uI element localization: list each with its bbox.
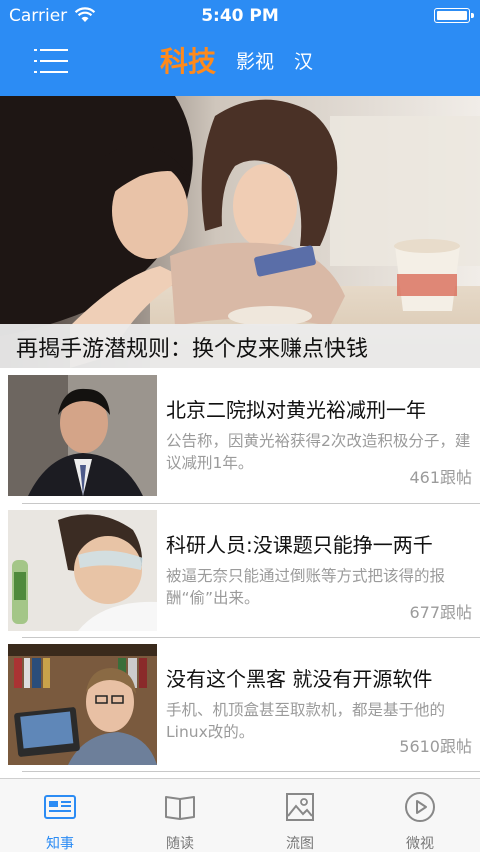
news-icon [44,795,76,819]
tabbar-item-zhishi[interactable]: 知事 [0,779,120,852]
tabbar-item-suidu[interactable]: 随读 [120,779,240,852]
comment-count: 5610跟帖 [399,737,472,756]
news-title: 北京二院拟对黄光裕减刑一年 [166,398,426,422]
list-item[interactable]: 科研人员:没课题只能挣一两千 被逼无奈只能通过倒账等方式把该得的报酬“偷”出来。… [0,504,480,638]
menu-button[interactable] [34,46,68,76]
tab-partial[interactable]: 汉 [294,40,313,84]
tabbar-label: 微视 [406,836,434,852]
picture-icon [286,793,314,821]
clock: 5:40 PM [201,6,279,26]
tabbar-item-liutu[interactable]: 流图 [240,779,360,852]
tab-tech[interactable]: 科技 [160,40,216,84]
news-title: 科研人员:没课题只能挣一两千 [166,533,433,557]
tabbar-item-weishi[interactable]: 微视 [360,779,480,852]
hero-caption-bar: 再揭手游潜规则：换个皮来赚点快钱 [0,324,480,368]
tabbar-label: 流图 [286,836,314,852]
category-tabs: 科技 影视汉 [160,40,330,84]
list-item[interactable]: 北京二院拟对黄光裕减刑一年 公告称，因黄光裕获得2次改造积极分子，建议减刑1年。… [0,369,480,503]
comment-count: 677跟帖 [409,603,472,622]
menu-icon [34,49,37,51]
play-icon [405,792,435,822]
top-bar: Carrier 5:40 PM 科技 影视汉 [0,0,480,96]
comment-count: 461跟帖 [409,468,472,487]
tabbar-label: 知事 [46,836,74,852]
tab-film[interactable]: 影视 [236,40,274,84]
book-icon [165,796,195,820]
news-thumbnail [8,375,157,496]
news-title: 没有这个黑客 就没有开源软件 [166,667,433,691]
hero-title: 再揭手游潜规则：换个皮来赚点快钱 [16,337,369,362]
status-bar: Carrier 5:40 PM [0,0,480,32]
battery-icon [434,8,474,23]
news-thumbnail [8,644,157,765]
tabbar-label: 随读 [166,836,194,852]
list-item[interactable]: 没有这个黑客 就没有开源软件 手机、机顶盒甚至取款机，都是基于他的Linux改的… [0,638,480,772]
bottom-tab-bar: 知事 随读 流图 微视 [0,778,480,852]
hero-banner[interactable]: 再揭手游潜规则：换个皮来赚点快钱 [0,96,480,368]
news-thumbnail [8,510,157,631]
divider [22,771,480,772]
